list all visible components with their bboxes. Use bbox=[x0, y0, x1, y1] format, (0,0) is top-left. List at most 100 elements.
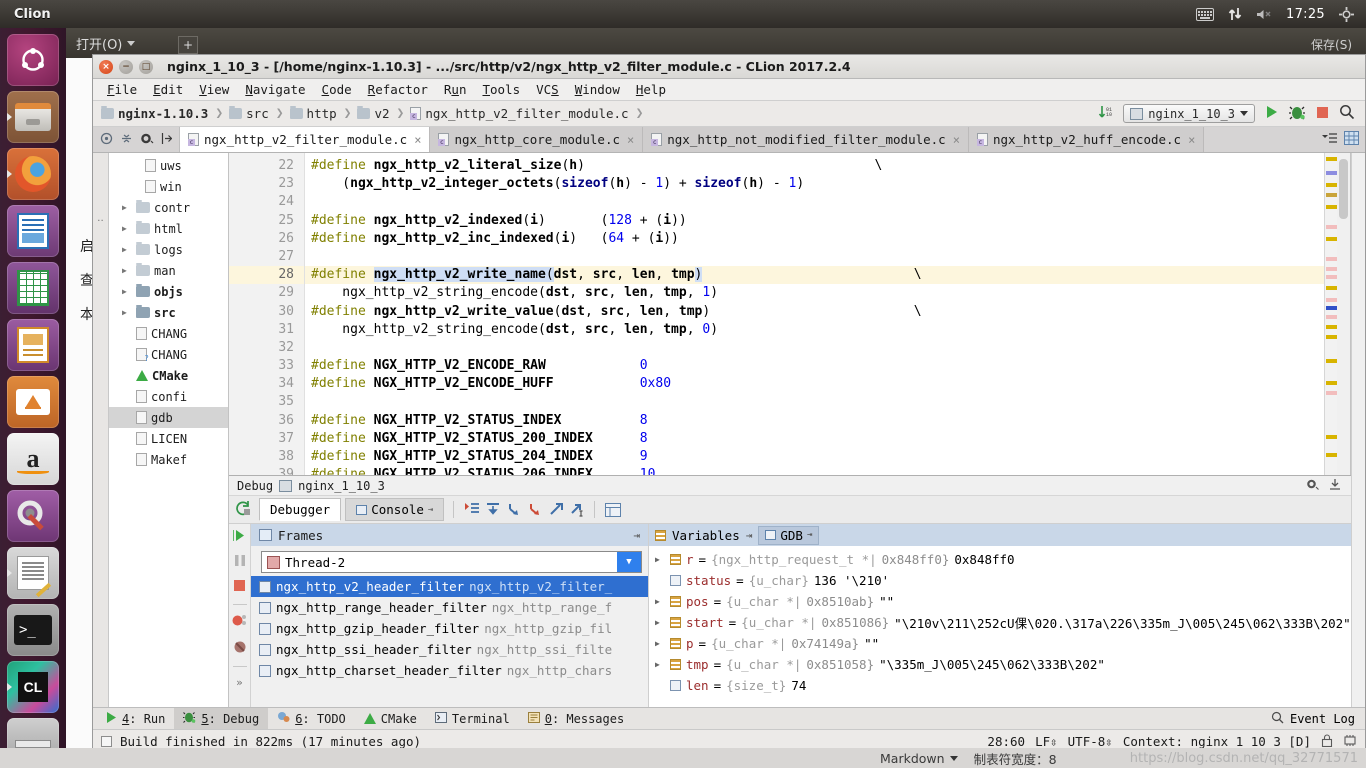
line-number[interactable]: 39 bbox=[229, 466, 304, 475]
editor-marker[interactable] bbox=[1326, 205, 1337, 209]
tree-item[interactable]: ▶ objs bbox=[109, 281, 228, 302]
system-gear-icon[interactable] bbox=[1339, 6, 1354, 22]
bg-save-label[interactable]: 保存(S) bbox=[1311, 36, 1352, 53]
step-over-icon[interactable] bbox=[484, 501, 501, 518]
editor-marker[interactable] bbox=[1326, 335, 1337, 339]
code-line[interactable]: ngx_http_v2_string_encode(dst, src, len,… bbox=[305, 321, 1324, 339]
editor-marker[interactable] bbox=[1326, 381, 1337, 385]
libreoffice-calc-icon[interactable] bbox=[7, 262, 59, 314]
tree-expand-arrow-icon[interactable]: ▶ bbox=[122, 245, 132, 254]
window-minimize-button[interactable]: − bbox=[119, 59, 133, 74]
window-close-button[interactable]: × bbox=[99, 59, 113, 74]
view-breakpoints-icon[interactable] bbox=[232, 614, 247, 631]
line-number[interactable]: 29 bbox=[229, 284, 304, 302]
volume-muted-icon[interactable] bbox=[1256, 8, 1272, 21]
tree-item[interactable]: ▶ contr bbox=[109, 197, 228, 218]
evaluate-expression-icon[interactable] bbox=[604, 501, 621, 518]
menu-vcs[interactable]: VCS bbox=[528, 80, 567, 99]
variable-row[interactable]: ▶ r = {ngx_http_request_t *| 0x848ff0} 0x848f… bbox=[649, 549, 1351, 570]
frame-row[interactable]: ngx_http_ssi_header_filter ngx_http_ssi_f… bbox=[251, 639, 648, 660]
editor-marker[interactable] bbox=[1326, 391, 1337, 395]
menu-help[interactable]: Help bbox=[628, 80, 674, 99]
debug-tab-debugger[interactable]: Debugger bbox=[259, 498, 342, 521]
code-editor[interactable]: 22 23 24 25 26 27 28 29 30 31 32 33 34 35 36 37 38 39 #de… bbox=[229, 153, 1351, 475]
tree-expand-arrow-icon[interactable]: ▶ bbox=[122, 287, 132, 296]
line-number[interactable]: 31 bbox=[229, 321, 304, 339]
frame-row[interactable]: ngx_http_v2_header_filter ngx_http_v2_fil… bbox=[251, 576, 648, 597]
editor-marker[interactable] bbox=[1326, 193, 1337, 197]
variable-row[interactable]: status = {u_char} 136 '\210' bbox=[649, 570, 1351, 591]
variable-expand-arrow-icon[interactable]: ▶ bbox=[655, 597, 665, 606]
line-number[interactable]: 35 bbox=[229, 393, 304, 411]
line-number[interactable]: 33 bbox=[229, 357, 304, 375]
bg-new-tab-button[interactable]: + bbox=[178, 36, 198, 54]
chevron-down-icon[interactable]: ▼ bbox=[617, 552, 641, 572]
tree-item[interactable]: LICEN bbox=[109, 428, 228, 449]
files-icon[interactable] bbox=[7, 91, 59, 143]
target-icon[interactable] bbox=[100, 132, 113, 148]
editor-marker[interactable] bbox=[1326, 171, 1337, 175]
editor-marker[interactable] bbox=[1326, 359, 1337, 363]
variable-expand-arrow-icon[interactable]: ▶ bbox=[655, 555, 665, 564]
editor-marker[interactable] bbox=[1326, 267, 1337, 271]
variable-row[interactable]: ▶ tmp = {u_char *| 0x851058} "\335m_J\005\245… bbox=[649, 654, 1351, 675]
search-icon[interactable] bbox=[1339, 104, 1355, 123]
variable-expand-arrow-icon[interactable]: ▶ bbox=[655, 618, 665, 627]
amazon-icon[interactable]: a bbox=[7, 433, 59, 485]
editor-marker[interactable] bbox=[1326, 157, 1337, 161]
variable-expand-arrow-icon[interactable]: ▶ bbox=[655, 660, 665, 669]
code-line[interactable] bbox=[305, 339, 1324, 357]
pin-icon[interactable]: ⇥ bbox=[428, 505, 433, 515]
editor-gutter[interactable]: 22 23 24 25 26 27 28 29 30 31 32 33 34 35 36 37 38 39 bbox=[229, 153, 305, 475]
stop-icon[interactable] bbox=[1315, 105, 1330, 123]
event-log-area[interactable]: Event Log bbox=[1271, 711, 1365, 727]
menu-view[interactable]: View bbox=[191, 80, 237, 99]
tree-item[interactable]: CMake bbox=[109, 365, 228, 386]
tree-item[interactable]: uws bbox=[109, 155, 228, 176]
scrollbar-thumb[interactable] bbox=[1339, 159, 1348, 219]
encoding-selector[interactable]: UTF-8⇳ bbox=[1068, 734, 1113, 749]
hide-window-icon[interactable] bbox=[1329, 478, 1341, 493]
code-line[interactable]: #define ngx_http_v2_write_name(dst, src,… bbox=[305, 266, 1324, 285]
resume-program-icon[interactable] bbox=[232, 529, 246, 545]
editor-code[interactable]: #define ngx_http_v2_literal_size(h) \ (n… bbox=[305, 153, 1324, 475]
code-line[interactable]: #define NGX_HTTP_V2_STATUS_200_INDEX 8 bbox=[305, 430, 1324, 448]
text-editor-icon[interactable] bbox=[7, 547, 59, 599]
clion-icon[interactable]: CL bbox=[7, 661, 59, 713]
variable-row[interactable]: ▶ p = {u_char *| 0x74149a} "" bbox=[649, 633, 1351, 654]
language-mode-selector[interactable]: Markdown bbox=[880, 751, 958, 766]
editor-scrollbar[interactable] bbox=[1337, 153, 1350, 475]
menu-run[interactable]: Run bbox=[436, 80, 475, 99]
show-execution-point-icon[interactable] bbox=[463, 501, 480, 518]
tab-ngx-http-not-modified-filter-module[interactable]: ngx_http_not_modified_filter_module.c × bbox=[643, 127, 969, 152]
line-number[interactable]: 34 bbox=[229, 375, 304, 393]
line-number[interactable]: 22 bbox=[229, 157, 304, 175]
variable-row[interactable]: ▶ pos = {u_char *| 0x8510ab} "" bbox=[649, 591, 1351, 612]
editor-marker[interactable] bbox=[1326, 275, 1337, 279]
gdb-tab[interactable]: GDB ⇥ bbox=[758, 525, 820, 545]
pin-icon[interactable]: ⇥ bbox=[746, 529, 753, 542]
tree-item[interactable]: win bbox=[109, 176, 228, 197]
tool-tab-run[interactable]: 4: Run bbox=[97, 709, 174, 729]
hide-panel-icon[interactable] bbox=[161, 132, 173, 148]
project-tool-label[interactable] bbox=[95, 159, 106, 163]
menu-refactor[interactable]: Refactor bbox=[360, 80, 436, 99]
collapse-all-icon[interactable] bbox=[120, 132, 133, 148]
line-number[interactable]: 28 bbox=[229, 266, 304, 285]
settings-gear-icon[interactable] bbox=[1306, 478, 1319, 493]
caret-position[interactable]: 28:60 bbox=[987, 734, 1025, 749]
tab-ngx-http-v2-huff-encode[interactable]: ngx_http_v2_huff_encode.c × bbox=[968, 127, 1205, 152]
editor-marker[interactable] bbox=[1326, 453, 1337, 457]
frames-list[interactable]: ngx_http_v2_header_filter ngx_http_v2_fil… bbox=[251, 576, 648, 707]
tree-expand-arrow-icon[interactable]: ▶ bbox=[122, 203, 132, 212]
line-number[interactable]: 37 bbox=[229, 430, 304, 448]
code-line[interactable]: #define NGX_HTTP_V2_ENCODE_HUFF 0x80 bbox=[305, 375, 1324, 393]
tool-tab-messages[interactable]: 0: Messages bbox=[519, 709, 633, 729]
line-number[interactable]: 27 bbox=[229, 248, 304, 266]
editor-marker[interactable] bbox=[1326, 183, 1337, 187]
tab-ngx-http-core-module[interactable]: ngx_http_core_module.c × bbox=[430, 127, 644, 152]
breadcrumb-project[interactable]: nginx-1.10.3 ❯ bbox=[101, 106, 229, 121]
rerun-icon[interactable] bbox=[235, 500, 251, 519]
window-maximize-button[interactable]: □ bbox=[139, 59, 153, 74]
menu-file[interactable]: File bbox=[99, 80, 145, 99]
